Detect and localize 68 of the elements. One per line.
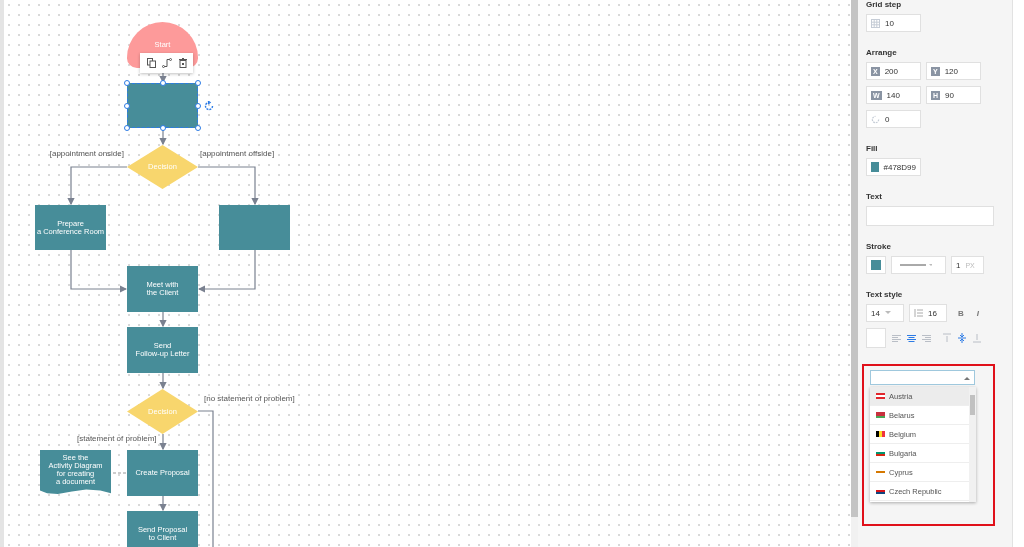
resize-handle[interactable] [195, 125, 201, 131]
flag-icon [876, 393, 885, 399]
resize-handle[interactable] [124, 125, 130, 131]
edge-label: [no statement of problem] [204, 394, 295, 403]
scrollbar-thumb[interactable] [851, 0, 858, 517]
align-center-button[interactable] [905, 332, 916, 344]
grid-step-field[interactable]: 10 [866, 14, 921, 32]
resize-handle[interactable] [124, 80, 130, 86]
rotate-icon[interactable] [204, 100, 214, 111]
flag-icon [876, 431, 885, 437]
connector-arrow [159, 495, 167, 512]
resize-handle[interactable] [195, 102, 201, 109]
list-scrollbar[interactable] [969, 387, 976, 502]
edge-label: [appointment offside] [200, 149, 275, 158]
field-value: #478D99 [883, 162, 916, 172]
color-swatch [871, 162, 879, 172]
field-value: 1 [956, 260, 961, 270]
connector-arrow [159, 433, 167, 451]
section-title: Text [866, 192, 883, 201]
connector-arrow [67, 166, 128, 206]
process-node[interactable] [219, 205, 290, 250]
italic-button[interactable]: I [976, 308, 979, 318]
section-title: Grid step [866, 0, 903, 9]
section-title: Fill [866, 144, 879, 153]
process-node[interactable] [127, 83, 198, 128]
field-value: 200 [884, 66, 899, 76]
field-value: 0 [885, 114, 890, 124]
line-height-icon [914, 309, 923, 317]
resize-handle[interactable] [159, 125, 166, 131]
rotate-icon [871, 114, 880, 124]
text-color-field[interactable] [866, 328, 886, 348]
flag-icon [876, 488, 885, 494]
font-size-dropdown[interactable]: 14 [866, 304, 904, 322]
fill-color-field[interactable]: #478D99 [866, 158, 921, 176]
line-style-dropdown[interactable] [891, 256, 946, 274]
section-title: Stroke [866, 242, 892, 251]
resize-handle[interactable] [159, 80, 166, 86]
field-value: 120 [944, 66, 959, 76]
edge-label: [appointment onside] [49, 149, 124, 158]
connector-icon[interactable] [162, 58, 172, 68]
trash-icon[interactable] [178, 58, 187, 68]
flag-icon [876, 450, 885, 456]
bold-button[interactable]: B [958, 308, 964, 318]
line-height-field[interactable]: 16 [909, 304, 947, 322]
caret-icon [884, 311, 891, 315]
text-field[interactable] [866, 206, 994, 226]
edge-label: [statement of problem] [77, 434, 157, 443]
connector-arrow [159, 372, 167, 390]
angle-field[interactable]: 0 [866, 110, 921, 128]
connector-arrow [197, 249, 256, 293]
resize-handle[interactable] [195, 80, 201, 86]
align-middle-button[interactable] [956, 332, 967, 344]
section-title: Text style [866, 290, 904, 299]
field-value: 90 [945, 90, 954, 100]
copy-icon[interactable] [146, 58, 156, 68]
stroke-color-field[interactable] [866, 256, 886, 274]
connector-arrow [70, 249, 128, 293]
resize-handle[interactable] [124, 102, 130, 109]
caret-icon [964, 375, 970, 380]
field-value: 140 [886, 90, 900, 100]
section-title: Arrange [866, 48, 898, 57]
flag-icon [876, 412, 885, 418]
grid-icon [871, 18, 880, 28]
field-value: 14 [871, 308, 880, 318]
field-value: 16 [928, 308, 937, 318]
dashed-connector [112, 472, 128, 474]
connector-arrow [197, 166, 259, 206]
connector-arrow [159, 311, 167, 328]
